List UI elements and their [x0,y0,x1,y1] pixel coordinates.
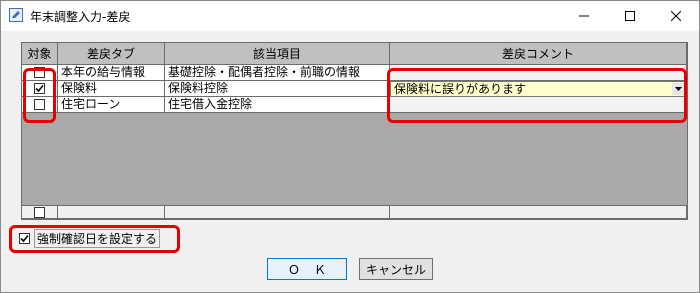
row-check-cell [22,97,58,113]
footer-cell [390,205,687,219]
chevron-down-icon[interactable] [672,83,685,95]
checkmark-icon [35,84,44,93]
row-checkbox[interactable] [34,67,45,78]
minimize-icon [579,15,589,17]
header-target[interactable]: 対象 [22,43,58,65]
title-bar: 年末調整入力-差戻 [1,1,699,31]
cancel-button[interactable]: キャンセル [359,258,433,280]
minimize-button[interactable] [561,1,607,31]
edit-form-icon [9,8,23,22]
row-check-cell [22,65,58,81]
table-row[interactable]: 保険料 保険料控除 保険料に誤りがあります [22,81,687,97]
item-cell[interactable]: 保険料控除 [165,81,390,97]
return-type-cell[interactable]: 保険料 [58,81,165,97]
row-checkbox[interactable] [34,83,45,94]
ok-button[interactable]: ＯＫ [267,258,347,280]
return-type-cell[interactable]: 住宅ローン [58,97,165,113]
row-check-cell [22,81,58,97]
close-button[interactable] [653,1,699,31]
footer-checkbox[interactable] [34,207,45,218]
footer-check-cell [22,205,58,219]
table-row[interactable]: 本年の給与情報 基礎控除・配偶者控除・前職の情報 [22,65,687,81]
return-type-cell[interactable]: 本年の給与情報 [58,65,165,81]
grid-footer-row [22,205,687,219]
maximize-icon [625,11,635,21]
row-checkbox[interactable] [34,99,45,110]
footer-cell [58,205,165,219]
force-confirm-option[interactable]: 強制確認日を設定する [15,226,161,250]
header-item[interactable]: 該当項目 [165,43,390,65]
comment-dropdown[interactable]: 保険料に誤りがあります [390,81,687,97]
close-icon [671,11,681,21]
item-cell[interactable]: 住宅借入金控除 [165,97,390,113]
force-confirm-checkbox[interactable] [19,232,30,244]
return-grid: 対象 差戻タブ 該当項目 差戻コメント 本年の給与情報 基礎控除・配偶者控除・前… [21,42,688,220]
checkmark-icon [20,234,29,242]
item-cell[interactable]: 基礎控除・配偶者控除・前職の情報 [165,65,390,81]
dialog-window: 年末調整入力-差戻 対象 差戻タブ 該当項目 差戻コメント 本年の給与情報 基礎… [0,0,700,293]
comment-cell[interactable] [390,97,687,113]
header-return-type[interactable]: 差戻タブ [58,43,165,65]
footer-cell [165,205,390,219]
force-confirm-label[interactable]: 強制確認日を設定する [34,228,161,248]
window-title: 年末調整入力-差戻 [30,10,131,24]
maximize-button[interactable] [607,1,653,31]
comment-dropdown-value: 保険料に誤りがあります [394,82,527,96]
table-row[interactable]: 住宅ローン 住宅借入金控除 [22,97,687,113]
header-comment[interactable]: 差戻コメント [390,43,687,65]
comment-cell[interactable] [390,65,687,81]
